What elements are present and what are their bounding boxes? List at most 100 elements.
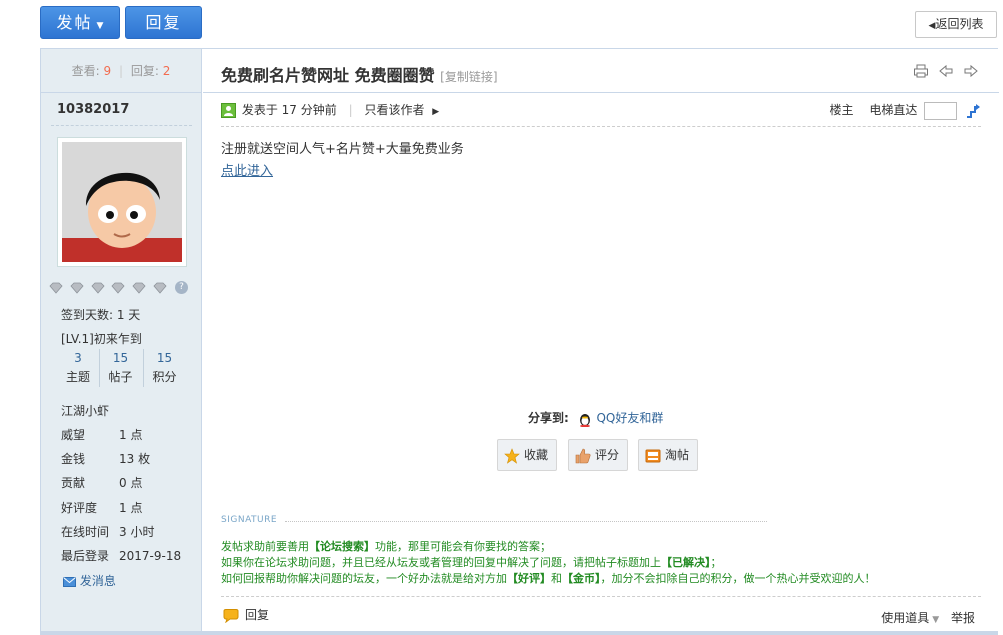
divider <box>51 125 192 126</box>
sig-text: ； <box>710 556 722 569</box>
thumbs-up-icon <box>575 448 591 463</box>
sig-text: 功能，那里可能会有你要找的答案； <box>375 540 551 553</box>
reply-button[interactable]: 回复 <box>125 6 202 39</box>
title-row: 免费刷名片赞网址 免费圈圈赞 [复制链接] <box>203 49 999 93</box>
reply-button-label: 回复 <box>145 13 182 32</box>
speech-bubble-icon <box>223 608 239 623</box>
jump-label: 电梯直达 <box>869 103 918 117</box>
user-rank: 江湖小虾 <box>61 404 110 418</box>
arrow-right-icon[interactable] <box>963 64 979 78</box>
envelope-icon <box>63 576 76 587</box>
sig-highlight: 【金币】 <box>562 572 601 585</box>
share-qq-link[interactable]: QQ好友和群 <box>596 411 663 425</box>
stat-value: 15 <box>112 351 129 365</box>
profile-row: 好评度 1 点 <box>61 499 142 516</box>
reply-label: 回复 <box>245 608 270 622</box>
post-button-label: 发帖 <box>56 13 93 32</box>
profile-key: 金钱 <box>61 452 86 466</box>
caret-down-icon: ▼ <box>96 21 104 31</box>
stat-label: 积分 <box>152 370 177 384</box>
footer-right: 使用道具 ▼ 举报 <box>881 609 975 626</box>
sig-highlight: 【论坛搜索】 <box>309 540 375 553</box>
only-author-link[interactable]: 只看该作者 <box>364 103 424 117</box>
profile-value: 1 点 <box>119 428 143 442</box>
post-time: 发表于 17 分钟前 <box>241 103 337 117</box>
profile-key: 贡献 <box>61 476 86 490</box>
views-count: 9 <box>103 64 112 78</box>
profile-value: 3 小时 <box>119 525 155 539</box>
stats-divider: | <box>118 64 124 78</box>
profile-key: 威望 <box>61 428 86 442</box>
use-tools-link[interactable]: 使用道具 <box>881 611 929 625</box>
post-body: 注册就送空间人气+名片赞+大量免费业务 点此进入 <box>221 139 464 183</box>
top-toolbar: 发帖 ▼ 回复 ◀返回列表 <box>0 0 1003 48</box>
avatar[interactable] <box>57 137 187 267</box>
signature-line: 如果你在论坛求助问题，并且已经从坛友或者管理的回复中解决了问题，请把帖子标题加上… <box>221 555 876 571</box>
print-icon[interactable] <box>913 64 929 78</box>
post-meta-left: 发表于 17 分钟前 | 只看该作者 ▶ <box>221 99 439 123</box>
signature-divider <box>285 521 767 522</box>
sig-highlight: 【好评】 <box>507 572 551 585</box>
stat-threads[interactable]: 3 主题 <box>57 349 99 387</box>
send-message-link[interactable]: 发消息 <box>63 572 116 589</box>
post-meta: 发表于 17 分钟前 | 只看该作者 ▶ 楼主 电梯直达 <box>221 99 981 121</box>
help-icon[interactable]: ? <box>174 281 188 294</box>
sig-text: ，加分不会扣除自己的积分，做一个热心并受欢迎的人！ <box>600 572 876 585</box>
qq-penguin-icon <box>579 413 590 427</box>
profile-row: 贡献 0 点 <box>61 474 142 491</box>
taobao-label: 淘帖 <box>665 448 690 462</box>
report-link[interactable]: 举报 <box>951 611 975 625</box>
meta-divider-line <box>221 126 981 127</box>
gem-icon <box>153 282 167 294</box>
enter-link[interactable]: 点此进入 <box>221 164 273 179</box>
signin-days: 签到天数: 1 天 <box>61 308 141 322</box>
floor-label: 楼主 <box>829 103 854 117</box>
floor-jump-input[interactable] <box>924 101 958 120</box>
jump-go-icon[interactable] <box>965 103 981 119</box>
user-stats: 3 主题 15 帖子 15 积分 <box>57 349 185 387</box>
post-button[interactable]: 发帖 ▼ <box>40 6 120 39</box>
sig-highlight: 【已解决】 <box>661 556 711 569</box>
views-label: 查看: <box>71 64 100 78</box>
rate-button[interactable]: 评分 <box>568 439 629 471</box>
taobao-button[interactable]: 淘帖 <box>638 439 699 471</box>
stat-posts[interactable]: 15 帖子 <box>99 349 141 387</box>
page-title: 免费刷名片赞网址 免费圈圈赞 [复制链接] <box>221 62 498 86</box>
profile-key: 最后登录 <box>61 549 110 563</box>
back-to-list-button[interactable]: ◀返回列表 <box>915 11 997 38</box>
favorite-button[interactable]: 收藏 <box>497 439 558 471</box>
rate-label: 评分 <box>595 448 620 462</box>
sig-text: 和 <box>551 572 562 585</box>
profile-key: 好评度 <box>61 501 98 515</box>
gem-icon <box>49 282 63 294</box>
stat-label: 帖子 <box>108 370 133 384</box>
stat-credits[interactable]: 15 积分 <box>143 349 185 387</box>
online-user-icon <box>221 103 236 118</box>
arrow-left-icon[interactable] <box>938 64 954 78</box>
caret-down-icon: ▼ <box>932 615 940 625</box>
profile-row: 最后登录 2017-9-18 <box>61 547 181 564</box>
star-icon <box>504 447 520 464</box>
gem-icon <box>111 282 126 294</box>
gem-icon <box>132 282 146 294</box>
caret-right-icon: ▶ <box>432 107 440 117</box>
back-to-list-label: 返回列表 <box>935 17 984 31</box>
share-bar: 分享到: QQ好友和群 <box>528 409 663 427</box>
reply-link[interactable]: 回复 <box>223 606 269 623</box>
bottom-border <box>40 631 998 635</box>
stat-value: 15 <box>156 351 173 365</box>
copy-link[interactable]: [复制链接] <box>440 70 497 84</box>
sig-text: 如何回报帮助你解决问题的坛友，一个好办法就是给对方加 <box>221 572 507 585</box>
author-sidebar: 查看: 9 | 回复: 2 10382017 ? 签到天数: 1 天 [LV.1… <box>41 49 202 635</box>
signature-label: SIGNATURE <box>221 515 278 525</box>
signature-line: 发帖求助前要善用【论坛搜索】功能，那里可能会有你要找的答案； <box>221 539 876 555</box>
profile-row: 金钱 13 枚 <box>61 450 150 467</box>
gem-icon <box>91 282 105 294</box>
signature: 发帖求助前要善用【论坛搜索】功能，那里可能会有你要找的答案； 如果你在论坛求助问… <box>221 539 876 587</box>
user-level[interactable]: [LV.1]初来乍到 <box>61 330 142 347</box>
tray-icon <box>645 449 661 462</box>
author-username[interactable]: 10382017 <box>57 102 129 117</box>
post-body-line: 注册就送空间人气+名片赞+大量免费业务 <box>221 142 464 157</box>
post-meta-right: 楼主 电梯直达 <box>829 99 981 121</box>
profile-value: 1 点 <box>119 501 143 515</box>
